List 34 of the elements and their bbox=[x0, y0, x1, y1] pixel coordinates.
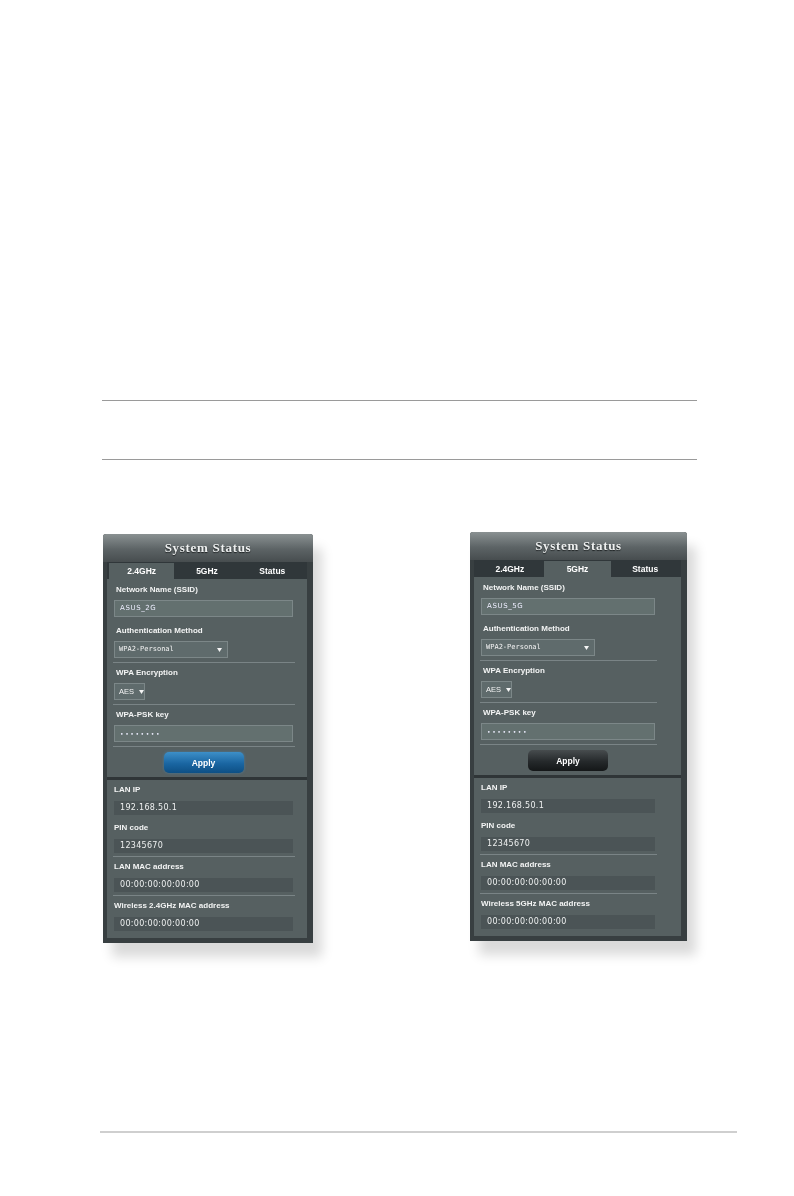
caret-icon bbox=[139, 689, 144, 694]
caret-icon bbox=[584, 645, 589, 650]
caret-icon bbox=[217, 647, 222, 652]
band-tab[interactable]: 2.4GHz bbox=[109, 563, 175, 579]
info-label: LAN MAC address bbox=[481, 859, 552, 871]
panel-title: System Status bbox=[103, 534, 313, 562]
field-label: Network Name (SSID) bbox=[482, 582, 566, 594]
info-label: PIN code bbox=[481, 820, 517, 832]
apply-button[interactable]: Apply bbox=[163, 752, 244, 773]
value-field: 12345670 bbox=[114, 839, 293, 853]
info-label: LAN MAC address bbox=[114, 861, 185, 873]
info-label: PIN code bbox=[114, 822, 150, 834]
info-label: LAN IP bbox=[114, 784, 142, 796]
value-field: 192.168.50.1 bbox=[481, 799, 655, 813]
field-label: Authentication Method bbox=[482, 623, 571, 635]
band-tab[interactable]: 5GHz bbox=[543, 561, 612, 577]
panel-title: System Status bbox=[470, 532, 687, 560]
apply-button[interactable]: Apply bbox=[528, 750, 608, 771]
info-label: LAN IP bbox=[481, 782, 509, 794]
field-label: Authentication Method bbox=[115, 625, 204, 637]
value-field: 00:00:00:00:00:00 bbox=[481, 915, 655, 929]
field-label: WPA Encryption bbox=[115, 667, 179, 679]
info-label: Wireless 5GHz MAC address bbox=[481, 898, 591, 910]
field-label: WPA-PSK key bbox=[482, 707, 537, 719]
field-label: WPA Encryption bbox=[482, 665, 546, 677]
value-field: 00:00:00:00:00:00 bbox=[114, 878, 293, 892]
field-label: WPA-PSK key bbox=[115, 709, 170, 721]
info-label: Wireless 2.4GHz MAC address bbox=[114, 900, 231, 912]
field-label: Network Name (SSID) bbox=[115, 584, 199, 596]
value-field: 192.168.50.1 bbox=[114, 801, 293, 815]
caret-icon bbox=[506, 687, 511, 692]
value-field: 00:00:00:00:00:00 bbox=[114, 917, 293, 931]
value-field: 12345670 bbox=[481, 837, 655, 851]
value-field: 00:00:00:00:00:00 bbox=[481, 876, 655, 890]
